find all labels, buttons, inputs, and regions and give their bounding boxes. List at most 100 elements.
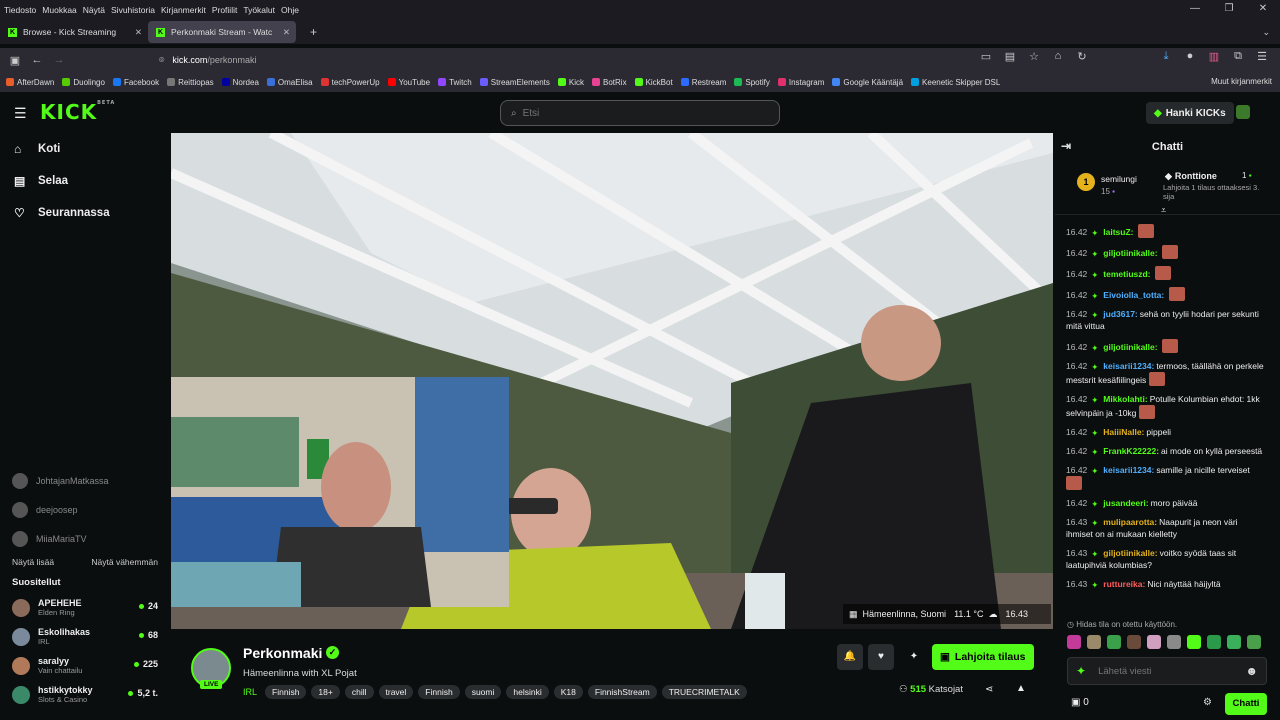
tag[interactable]: 18+ [311,685,340,699]
expand-leaderboard-icon[interactable]: ⩡ [1161,205,1166,216]
bookmark-item[interactable]: OmaElisa [266,78,313,87]
message-user[interactable]: Eivoiolla_totta: [1103,290,1164,300]
chat-input-box[interactable]: ✦ ☻ [1067,657,1267,685]
tab-browse[interactable]: K Browse - Kick Streaming ✕ [0,21,148,43]
bookmark-item[interactable]: YouTube [387,78,430,87]
bookmark-item[interactable]: KickBot [634,78,673,87]
emote-icon[interactable] [1087,635,1101,649]
emote-icon[interactable] [1067,635,1081,649]
bookmark-item[interactable]: StreamElements [479,78,550,87]
home-icon[interactable]: ⌂ [1046,50,1070,63]
menu-item[interactable]: Profiilit [212,5,238,15]
message-user[interactable]: jusandeeri: [1103,498,1148,508]
bookmark-item[interactable]: Facebook [112,78,159,87]
menu-item[interactable]: Näytä [83,5,105,15]
bookmark-star-icon[interactable]: ☆ [1022,50,1046,63]
show-less-link[interactable]: Näytä vähemmän [91,557,158,567]
bookmark-item[interactable]: Keenetic Skipper DSL [911,78,1000,87]
chat-message-input[interactable] [1098,665,1239,677]
tag[interactable]: suomi [464,685,502,699]
recommended-channel[interactable]: saralyy Vain chattailu 225 [0,651,170,680]
reader-icon[interactable]: ▤ [998,50,1022,63]
message-user[interactable]: giljotiinikalle: [1103,248,1157,258]
menu-icon[interactable]: ☰ [1250,50,1274,63]
close-window-icon[interactable]: ✕ [1246,0,1280,20]
recommended-channel[interactable]: Eskolihakas IRL 68 [0,622,170,651]
emote-icon[interactable] [1147,635,1161,649]
message-user[interactable]: HaiiiNalle: [1103,427,1144,437]
bookmark-item[interactable]: Kick [557,78,584,87]
sidebar-item-following[interactable]: ♡ Seurannassa [0,197,170,229]
bookmark-item[interactable]: Duolingo [62,78,105,87]
tag[interactable]: TRUECRIMETALK [661,685,747,699]
message-user[interactable]: ruttureika: [1103,579,1145,589]
message-user[interactable]: keisarii1234: [1103,465,1154,475]
emote-icon[interactable] [1207,635,1221,649]
recommended-channel[interactable]: hstikkytokky Slots & Casino 5,2 t. [0,680,170,709]
following-channel[interactable]: MiiaMariaTV [0,524,170,553]
category-link[interactable]: IRL [243,687,257,697]
extension-badge-icon[interactable]: ▥ [1202,50,1226,63]
minimize-icon[interactable]: — [1178,0,1212,20]
heart-icon[interactable]: ♥ [868,644,894,670]
following-channel[interactable]: JohtajanMatkassa [0,466,170,495]
message-user[interactable]: FrankK22222: [1103,446,1159,456]
download-icon[interactable]: ⤓ [1154,50,1178,63]
bookmark-item[interactable]: AfterDawn [6,78,54,87]
bookmark-item[interactable]: techPowerUp [320,78,380,87]
sidebar-item-browse[interactable]: ▤ Selaa [0,165,170,197]
tab-list-icon[interactable]: ⌄ [1262,27,1270,38]
message-user[interactable]: mulipaarotta: [1103,517,1157,527]
menu-item[interactable]: Sivuhistoria [111,5,155,15]
url-bar[interactable]: ⌾ kick.com/perkonmaki [155,49,1035,71]
site-info-icon[interactable]: ⌾ [159,55,164,66]
search-input[interactable] [522,107,763,119]
menu-item[interactable]: Tiedosto [4,5,36,15]
message-user[interactable]: giljotiinikalle: [1103,548,1157,558]
bookmark-item[interactable]: Reittiopas [167,78,214,87]
emoji-icon[interactable]: ☻ [1245,664,1258,678]
sidebar-toggle-icon[interactable]: ▣ [4,54,26,67]
kicks-icon[interactable]: ✦ [1076,664,1086,678]
extensions-icon[interactable]: ⧉ [1226,50,1250,63]
tab-perkonmaki[interactable]: K Perkonmaki Stream - Watc ✕ [148,21,296,43]
collapse-chat-icon[interactable]: ⇥ [1061,139,1071,153]
message-user[interactable]: giljotiinikalle: [1103,342,1157,352]
tag[interactable]: FinnishStream [587,685,657,699]
emote-icon[interactable] [1107,635,1121,649]
forward-icon[interactable]: → [48,54,70,66]
menu-item[interactable]: Muokkaa [42,5,77,15]
tag[interactable]: chill [344,685,374,699]
kick-logo[interactable]: KICKBETA [40,100,115,124]
tag[interactable]: helsinki [506,685,549,699]
bookmark-item[interactable]: Spotify [734,78,770,87]
close-tab-icon[interactable]: ✕ [135,27,142,38]
message-user[interactable]: temetiuszd: [1103,269,1150,279]
bookmark-item[interactable]: BotRix [592,78,627,87]
emote-icon[interactable] [1247,635,1261,649]
search-box[interactable]: ⌕ [500,100,780,126]
share-icon[interactable]: ⋖ [985,684,993,695]
new-tab-icon[interactable]: + [310,25,317,39]
menu-item[interactable]: Työkalut [243,5,275,15]
tag[interactable]: Finnish [265,685,307,699]
bookmark-item[interactable]: Restream [680,78,726,87]
emote-icon[interactable] [1227,635,1241,649]
following-channel[interactable]: deejoosep [0,495,170,524]
message-user[interactable]: keisarii1234: [1103,361,1154,371]
avatar[interactable] [1236,105,1250,119]
gift-subscription-button[interactable]: ▣ Lahjoita tilaus [932,644,1034,670]
send-chat-button[interactable]: Chatti [1225,693,1267,715]
sidebar-item-home[interactable]: ⌂ Koti [0,133,170,165]
menu-item[interactable]: Kirjanmerkit [161,5,206,15]
video-player[interactable]: ▦ Hämeenlinna, Suomi 11.1 °C ☁ 16.43 [171,133,1053,629]
menu-item[interactable]: Ohje [281,5,299,15]
gear-icon[interactable]: ⚙ [1203,697,1212,708]
hamburger-icon[interactable]: ☰ [14,105,27,122]
recommended-channel[interactable]: APEHEHE Elden Ring 24 [0,593,170,622]
tag[interactable]: Finnish [418,685,460,699]
message-user[interactable]: Mikkolahti: [1103,394,1147,404]
emote-icon[interactable] [1187,635,1201,649]
tag[interactable]: K18 [553,685,583,699]
screenshot-icon[interactable]: ▭ [974,50,998,63]
